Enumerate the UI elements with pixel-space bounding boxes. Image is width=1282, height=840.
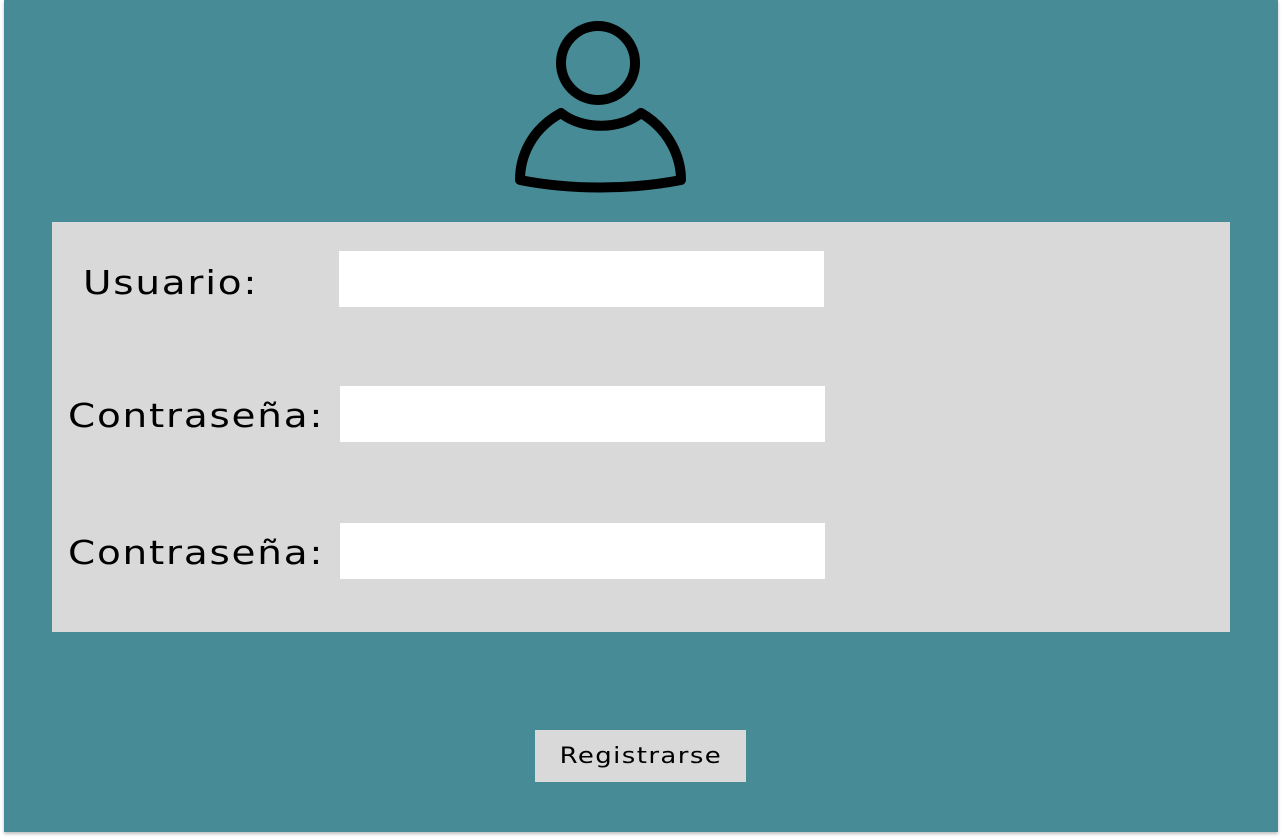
username-input[interactable] (339, 251, 824, 307)
password-label: Contraseña: (68, 396, 325, 435)
confirm-password-input[interactable] (340, 523, 825, 579)
password-input[interactable] (340, 386, 825, 442)
user-icon (510, 18, 694, 198)
registration-form-panel: Usuario: Contraseña: Contraseña: (52, 222, 1230, 632)
username-label: Usuario: (83, 263, 259, 302)
register-screen: Usuario: Contraseña: Contraseña: Registr… (4, 0, 1278, 832)
register-button-label: Registrarse (559, 743, 722, 769)
register-button[interactable]: Registrarse (535, 730, 746, 782)
confirm-password-label: Contraseña: (68, 533, 325, 572)
